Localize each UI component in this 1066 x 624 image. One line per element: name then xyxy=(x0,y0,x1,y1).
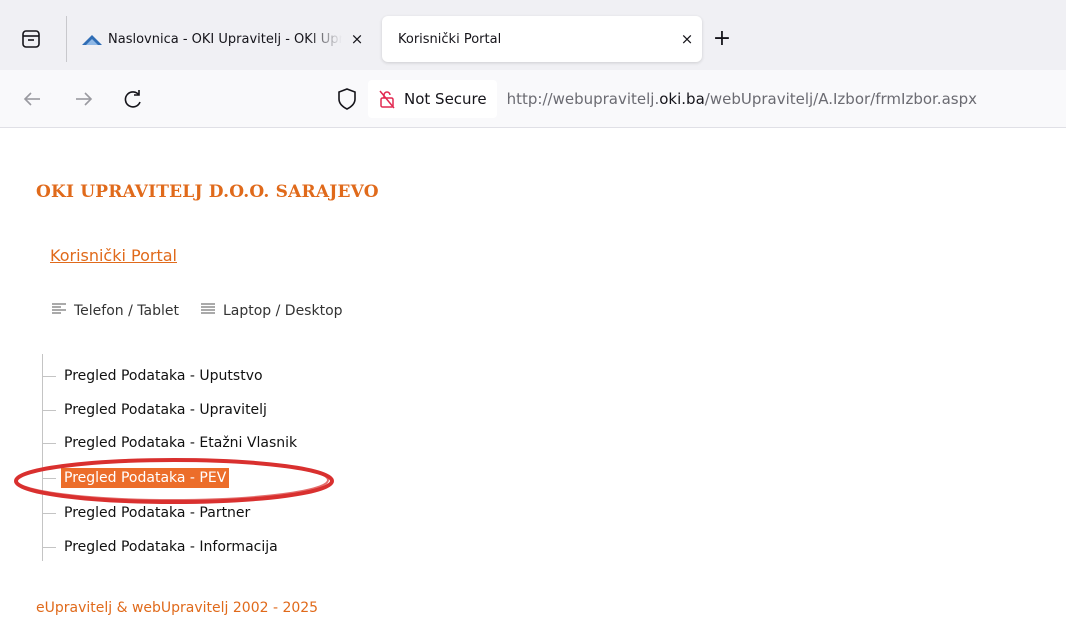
menu-item-label: Pregled Podataka - Etažni Vlasnik xyxy=(64,435,298,451)
view-mode-switcher: Telefon / Tablet Laptop / Desktop xyxy=(52,303,365,319)
tab-divider xyxy=(66,16,67,62)
menu-item-label: Pregled Podataka - Uputstvo xyxy=(64,368,263,384)
back-arrow-icon[interactable] xyxy=(18,84,48,114)
address-bar[interactable]: Not Secure http://webupravitelj.oki.ba/w… xyxy=(368,78,1066,120)
menu-item-label: Pregled Podataka - Partner xyxy=(64,505,251,521)
menu-item-etazni-vlasnik[interactable]: Pregled Podataka - Etažni Vlasnik xyxy=(42,431,300,455)
menu-item-uputstvo[interactable]: Pregled Podataka - Uputstvo xyxy=(42,364,266,388)
tracking-protection-shield-icon[interactable] xyxy=(334,84,360,114)
footer-copyright: eUpravitelj & webUpravitelj 2002 - 2025 xyxy=(36,600,319,616)
reload-icon[interactable] xyxy=(118,84,148,114)
forward-arrow-icon[interactable] xyxy=(68,84,98,114)
menu-item-upravitelj[interactable]: Pregled Podataka - Upravitelj xyxy=(42,398,270,422)
menu-item-label: Pregled Podataka - Informacija xyxy=(64,539,278,555)
tab-overview-icon[interactable] xyxy=(20,28,42,50)
oki-favicon-icon xyxy=(82,32,102,46)
mode-laptop-desktop[interactable]: Laptop / Desktop xyxy=(200,303,343,319)
new-tab-button[interactable]: + xyxy=(708,26,736,54)
tab-title: Naslovnica - OKI Upravitelj - OKI Upravi… xyxy=(108,31,342,47)
not-secure-label: Not Secure xyxy=(404,90,487,108)
security-indicator[interactable]: Not Secure xyxy=(368,80,497,118)
menu-item-informacija[interactable]: Pregled Podataka - Informacija xyxy=(42,535,281,559)
close-tab-icon[interactable]: × xyxy=(672,30,702,48)
tab-korisnicki-portal[interactable]: Korisnički Portal × xyxy=(382,16,702,62)
tab-naslovnica[interactable]: Naslovnica - OKI Upravitelj - OKI Upravi… xyxy=(70,16,372,62)
tab-title: Korisnički Portal xyxy=(398,31,502,47)
company-name-heading: OKI UPRAVITELJ D.O.O. SARAJEVO xyxy=(36,182,379,202)
mode-label: Telefon / Tablet xyxy=(74,303,179,319)
mode-phone-tablet[interactable]: Telefon / Tablet xyxy=(52,303,179,319)
browser-nav-bar: Not Secure http://webupravitelj.oki.ba/w… xyxy=(0,70,1066,128)
insecure-lock-icon xyxy=(379,90,395,109)
annotation-ellipse xyxy=(14,458,334,504)
mode-label: Laptop / Desktop xyxy=(222,303,343,319)
text-align-left-icon xyxy=(52,303,66,319)
browser-tab-bar: Naslovnica - OKI Upravitelj - OKI Upravi… xyxy=(0,0,1066,70)
url-text[interactable]: http://webupravitelj.oki.ba/webUpravitel… xyxy=(507,90,977,108)
text-justify-icon xyxy=(200,303,215,319)
close-tab-icon[interactable]: × xyxy=(342,30,372,48)
menu-item-label: Pregled Podataka - Upravitelj xyxy=(64,402,267,418)
portal-link[interactable]: Korisnički Portal xyxy=(50,246,177,265)
